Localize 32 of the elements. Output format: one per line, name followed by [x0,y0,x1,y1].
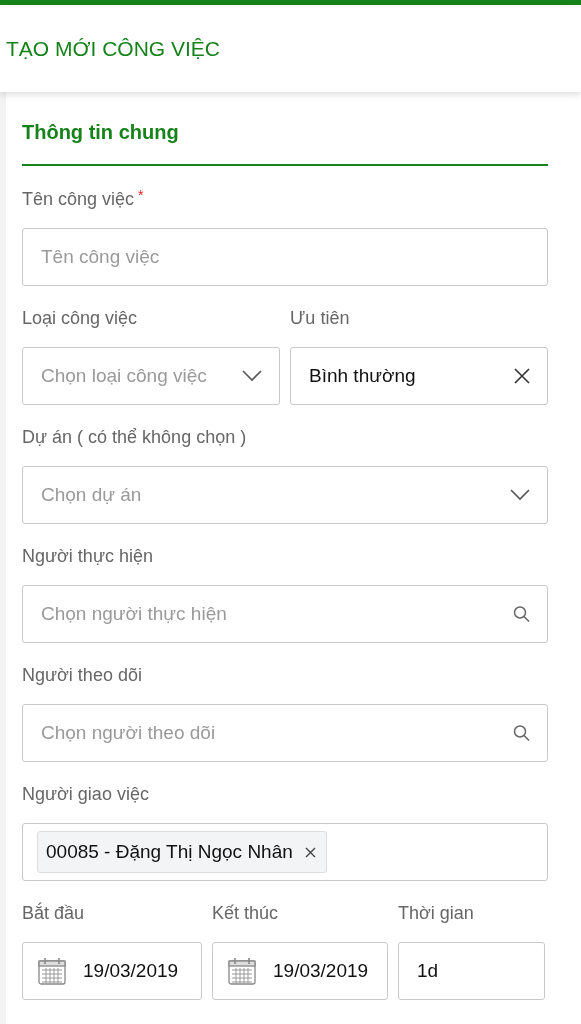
field-label: Ưu tiên [290,307,350,330]
select-field[interactable]: Chọn loại công việc [22,347,280,405]
tag-chip[interactable]: 00085 - Đặng Thị Ngọc Nhân [37,830,327,874]
close-icon[interactable] [514,368,530,384]
text-field[interactable]: Tên công việc [22,228,548,286]
field-label: Bắt đầu [22,901,85,925]
search-field[interactable]: Chọn người theo dõi [22,704,548,762]
date-field[interactable]: 19/03/2019 [22,942,202,1000]
search-field[interactable]: Chọn người thực hiện [22,585,548,643]
field-label: Kết thúc [212,902,279,925]
field-label: Tên công việc [22,188,135,211]
required-mark: * [138,188,144,202]
select-field[interactable]: Bình thường [290,347,548,405]
field-label: Người thực hiện [22,545,153,568]
close-icon[interactable] [304,846,316,858]
field-label: Người theo dõi [22,664,142,687]
field-label: Dự án ( có thể không chọn ) [22,426,247,449]
page-title: TẠO MỚI CÔNG VIỆC [6,35,221,62]
text-field[interactable]: 1d [398,942,545,1000]
date-field[interactable]: 19/03/2019 [212,942,388,1000]
chevron-down-icon[interactable] [242,370,262,382]
calendar-icon[interactable] [38,957,66,985]
select-field[interactable]: Chọn dự án [22,466,548,524]
search-icon[interactable] [513,724,530,742]
field-label: Loại công việc [22,307,138,330]
chevron-down-icon[interactable] [510,489,530,501]
field-label: Người giao việc [22,783,149,806]
search-icon[interactable] [513,605,530,623]
section-title: Thông tin chung [22,120,180,145]
tag-field[interactable]: 00085 - Đặng Thị Ngọc Nhân [22,823,548,881]
field-label: Thời gian [398,902,474,925]
calendar-icon[interactable] [228,957,256,985]
